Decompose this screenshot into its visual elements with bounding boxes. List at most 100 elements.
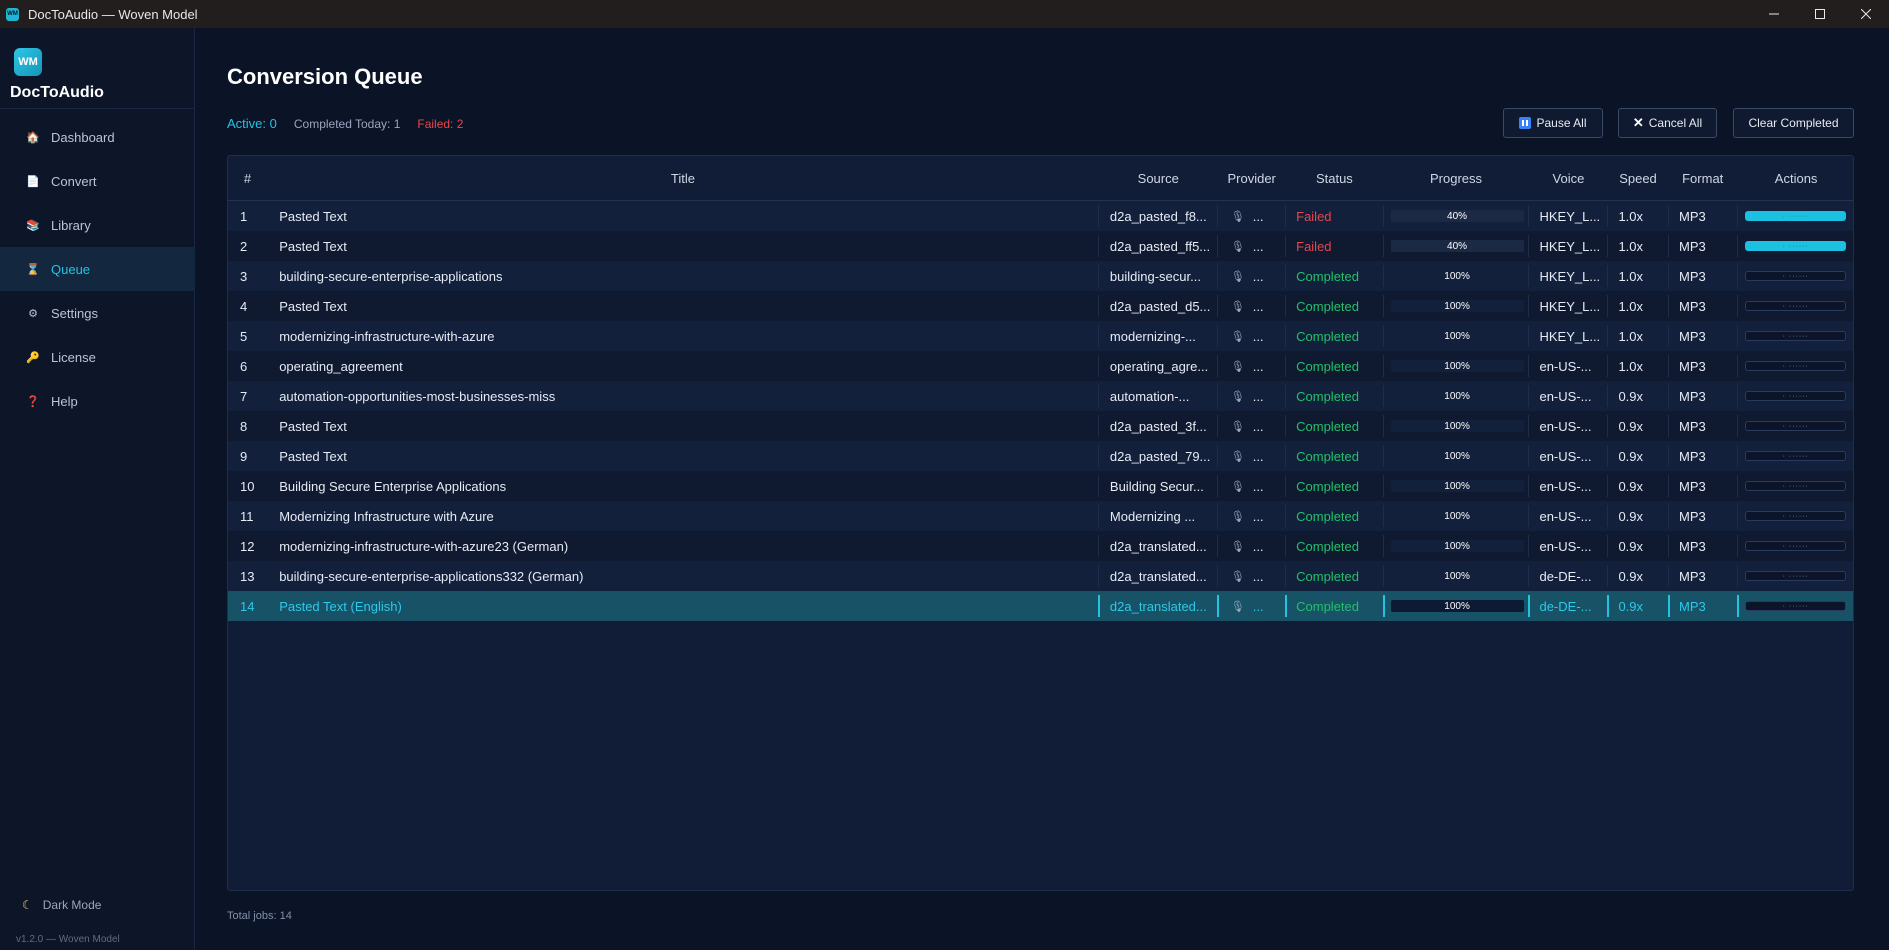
action-button[interactable]: · ······ xyxy=(1745,541,1847,551)
row-source: building-secur... xyxy=(1097,261,1217,291)
row-voice: en-US-... xyxy=(1528,411,1607,441)
row-format: MP3 xyxy=(1667,381,1737,411)
row-speed: 0.9x xyxy=(1607,531,1668,561)
action-button[interactable]: · ······ xyxy=(1745,601,1847,611)
action-button[interactable]: · ······ xyxy=(1745,571,1847,581)
action-button[interactable]: · ······ xyxy=(1745,301,1847,311)
row-provider: 🎙... xyxy=(1216,501,1285,531)
provider-label: ... xyxy=(1252,598,1264,614)
pause-icon xyxy=(1519,117,1532,129)
table-row[interactable]: 1 Pasted Text d2a_pasted_f8... 🎙... Failed 40… xyxy=(228,201,1853,231)
action-button[interactable]: · ······ xyxy=(1745,241,1847,251)
action-button[interactable]: · ······ xyxy=(1745,271,1847,281)
progress-bar: 100% xyxy=(1390,540,1524,552)
column-header[interactable]: Provider xyxy=(1218,171,1286,186)
row-progress: 100% xyxy=(1382,441,1529,471)
row-format: MP3 xyxy=(1667,291,1737,321)
sidebar-item-help[interactable]: ❓ Help xyxy=(0,379,195,423)
table-row[interactable]: 6 operating_agreement operating_agre... 🎙..… xyxy=(228,351,1853,381)
table-row[interactable]: 11 Modernizing Infrastructure with Azure M… xyxy=(228,501,1853,531)
hourglass-icon: ⌛ xyxy=(26,263,40,276)
row-provider: 🎙... xyxy=(1216,531,1285,561)
pause-all-label: Pause All xyxy=(1536,116,1587,130)
sidebar-item-queue[interactable]: ⌛ Queue xyxy=(0,247,195,291)
cancel-all-button[interactable]: ✕ Cancel All xyxy=(1618,108,1717,138)
row-title: modernizing-infrastructure-with-azure23 … xyxy=(279,538,569,554)
clear-completed-label: Clear Completed xyxy=(1748,116,1839,130)
row-speed: 0.9x xyxy=(1607,381,1668,411)
row-actions: · ······ xyxy=(1737,591,1853,621)
books-icon: 📚 xyxy=(26,219,40,232)
sidebar-item-library[interactable]: 📚 Library xyxy=(0,203,195,247)
row-provider: 🎙... xyxy=(1216,201,1285,231)
row-progress: 100% xyxy=(1382,411,1529,441)
column-header[interactable]: Voice xyxy=(1529,171,1608,186)
sidebar-item-convert[interactable]: 📄 Convert xyxy=(0,159,195,203)
maximize-icon[interactable] xyxy=(1797,0,1843,28)
row-actions: · ······ xyxy=(1737,351,1853,381)
row-number: 13 xyxy=(240,568,255,584)
provider-label: ... xyxy=(1252,418,1264,434)
action-button[interactable]: · ······ xyxy=(1745,211,1847,221)
sidebar-item-dashboard[interactable]: 🏠 Dashboard xyxy=(0,115,195,159)
app-icon: WM xyxy=(6,7,19,21)
microphone-icon: 🎙 xyxy=(1230,300,1245,313)
row-title: Pasted Text xyxy=(279,208,347,224)
progress-bar: 100% xyxy=(1390,570,1524,582)
table-row[interactable]: 8 Pasted Text d2a_pasted_3f... 🎙... Complete… xyxy=(228,411,1853,441)
progress-bar: 100% xyxy=(1390,420,1524,432)
version-label: v1.2.0 — Woven Model xyxy=(16,934,120,945)
column-header[interactable]: Format xyxy=(1668,171,1737,186)
progress-label: 100% xyxy=(1444,540,1470,552)
action-button[interactable]: · ······ xyxy=(1745,421,1847,431)
brand: WM DocToAudio xyxy=(10,48,104,102)
row-actions: · ······ xyxy=(1737,411,1853,441)
table-row[interactable]: 14 Pasted Text (English) d2a_translated...… xyxy=(228,591,1853,621)
column-header[interactable]: Status xyxy=(1286,171,1383,186)
column-header[interactable]: Source xyxy=(1099,171,1218,186)
sidebar-nav: 🏠 Dashboard 📄 Convert 📚 Library ⌛ Queue ⚙ Setting… xyxy=(0,115,195,423)
sidebar-item-license[interactable]: 🔑 License xyxy=(0,335,195,379)
table-row[interactable]: 5 modernizing-infrastructure-with-azure mo… xyxy=(228,321,1853,351)
table-row[interactable]: 2 Pasted Text d2a_pasted_ff5... 🎙... Failed 4… xyxy=(228,231,1853,261)
table-row[interactable]: 9 Pasted Text d2a_pasted_79... 🎙... Complete… xyxy=(228,441,1853,471)
action-button[interactable]: · ······ xyxy=(1745,391,1847,401)
table-row[interactable]: 12 modernizing-infrastructure-with-azure2… xyxy=(228,531,1853,561)
table-row[interactable]: 13 building-secure-enterprise-application… xyxy=(228,561,1853,591)
action-button[interactable]: · ······ xyxy=(1745,361,1847,371)
table-row[interactable]: 3 building-secure-enterprise-applications… xyxy=(228,261,1853,291)
dark-mode-toggle[interactable]: ☾ Dark Mode xyxy=(22,898,101,912)
row-format: MP3 xyxy=(1667,411,1737,441)
action-button[interactable]: · ······ xyxy=(1745,451,1847,461)
action-button[interactable]: · ······ xyxy=(1745,481,1847,491)
provider-label: ... xyxy=(1252,478,1264,494)
row-number: 8 xyxy=(240,418,248,434)
action-button[interactable]: · ······ xyxy=(1745,331,1847,341)
sidebar-item-settings[interactable]: ⚙ Settings xyxy=(0,291,195,335)
progress-label: 40% xyxy=(1447,210,1468,222)
pause-all-button[interactable]: Pause All xyxy=(1503,108,1603,138)
column-header[interactable]: # xyxy=(228,171,267,186)
row-speed: 1.0x xyxy=(1607,201,1668,231)
page-title: Conversion Queue xyxy=(227,64,423,89)
key-icon: 🔑 xyxy=(26,351,40,364)
column-header[interactable]: Speed xyxy=(1608,171,1668,186)
table-row[interactable]: 7 automation-opportunities-most-businesse… xyxy=(228,381,1853,411)
action-button[interactable]: · ······ xyxy=(1745,511,1847,521)
close-icon[interactable] xyxy=(1843,0,1889,28)
column-header[interactable]: Progress xyxy=(1383,171,1529,186)
table-row[interactable]: 10 Building Secure Enterprise Application… xyxy=(228,471,1853,501)
progress-bar: 100% xyxy=(1390,330,1524,342)
column-header[interactable]: Actions xyxy=(1737,171,1853,186)
active-count: Active: 0 xyxy=(227,116,277,131)
clear-completed-button[interactable]: Clear Completed xyxy=(1733,108,1854,138)
microphone-icon: 🎙 xyxy=(1230,210,1245,223)
progress-bar: 100% xyxy=(1390,270,1524,282)
minimize-icon[interactable] xyxy=(1751,0,1797,28)
row-source: Modernizing ... xyxy=(1097,501,1217,531)
status-badge: Completed xyxy=(1285,441,1382,471)
row-actions: · ······ xyxy=(1737,531,1853,561)
column-header[interactable]: Title xyxy=(267,171,1099,186)
table-row[interactable]: 4 Pasted Text d2a_pasted_d5... 🎙... Complete… xyxy=(228,291,1853,321)
provider-label: ... xyxy=(1252,328,1264,344)
